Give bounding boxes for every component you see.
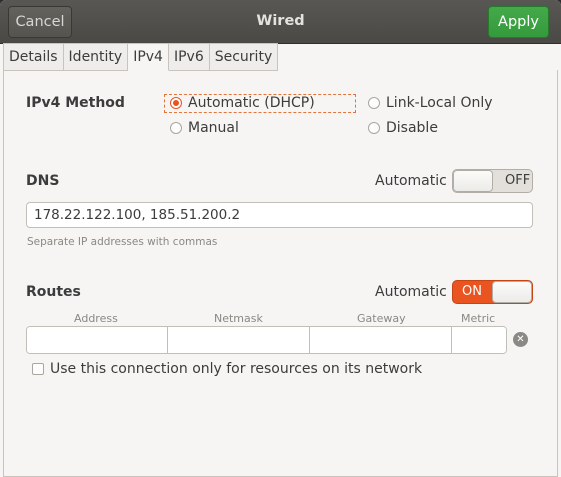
radio-automatic-dhcp[interactable]: Automatic (DHCP) [170,95,315,111]
switch-state: ON [462,284,482,299]
route-metric-input[interactable] [452,327,506,353]
radio-disable[interactable]: Disable [368,120,438,136]
tab-ipv4[interactable]: IPv4 [128,43,169,71]
radio-button[interactable] [170,122,182,134]
delete-route-icon[interactable]: ✕ [513,332,528,347]
dns-label: DNS [26,173,60,189]
tab-identity[interactable]: Identity [63,43,129,71]
radio-button[interactable] [368,97,380,109]
column-address: Address [74,312,118,325]
radio-link-local-only[interactable]: Link-Local Only [368,95,493,111]
checkbox-label: Use this connection only for resources o… [50,361,423,377]
routes-label: Routes [26,284,81,300]
tab-bar: Details Identity IPv4 IPv6 Security [3,43,279,71]
radio-manual[interactable]: Manual [170,120,239,136]
ipv4-method-label: IPv4 Method [26,95,125,111]
only-local-resources-option[interactable]: Use this connection only for resources o… [32,361,422,377]
route-entry-row [26,326,507,354]
switch-state: OFF [505,173,531,188]
dns-hint: Separate IP addresses with commas [27,236,218,248]
network-settings-window: Cancel Wired Apply Details Identity IPv4… [0,0,561,477]
route-address-input[interactable] [27,327,168,353]
radio-label: Manual [188,120,239,136]
dns-automatic-switch[interactable]: OFF [452,169,533,193]
tab-security[interactable]: Security [209,43,279,71]
radio-button[interactable] [170,97,182,109]
switch-knob [453,170,493,192]
checkbox[interactable] [32,363,44,375]
dns-automatic-label: Automatic [375,173,447,189]
routes-automatic-switch[interactable]: ON [452,280,533,304]
radio-button[interactable] [368,122,380,134]
tab-details[interactable]: Details [3,43,64,71]
radio-label: Link-Local Only [386,95,493,111]
window-title: Wired [256,13,305,29]
column-netmask: Netmask [214,312,263,325]
route-gateway-input[interactable] [310,327,452,353]
radio-label: Automatic (DHCP) [188,95,315,111]
tab-ipv6[interactable]: IPv6 [168,43,210,71]
ipv4-panel [3,70,558,477]
column-metric: Metric [461,312,496,325]
radio-label: Disable [386,120,438,136]
routes-automatic-label: Automatic [375,284,447,300]
header-bar: Cancel Wired Apply [0,0,561,44]
dns-servers-input[interactable]: 178.22.122.100, 185.51.200.2 [26,202,533,228]
column-gateway: Gateway [357,312,406,325]
switch-knob [492,281,532,303]
route-netmask-input[interactable] [168,327,310,353]
apply-button[interactable]: Apply [488,6,549,38]
